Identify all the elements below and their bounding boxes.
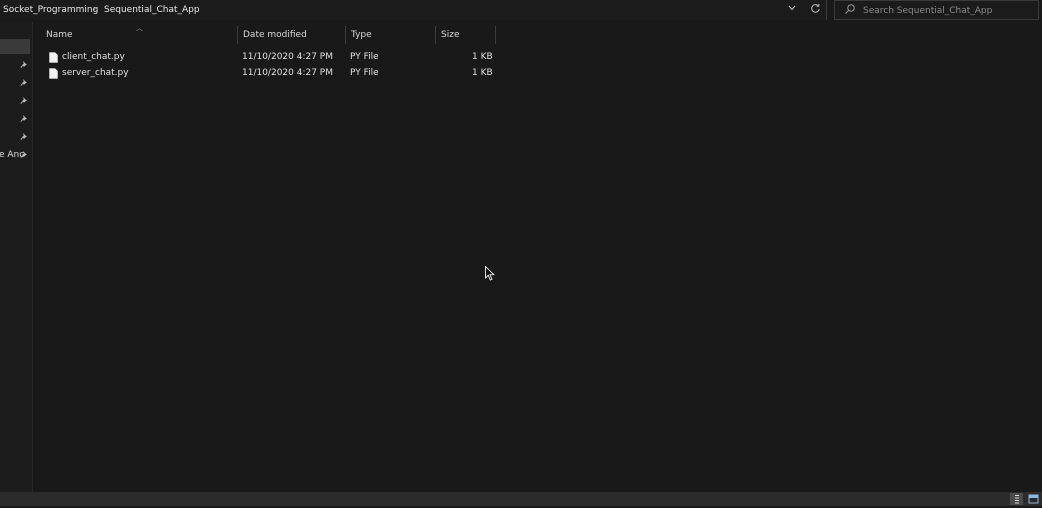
mouse-cursor-icon (485, 265, 495, 282)
file-type: PY File (350, 68, 379, 78)
top-bar: Socket_Programming › Sequential_Chat_App (0, 0, 1042, 20)
file-icon (49, 68, 58, 79)
column-header-date-label: Date modified (243, 30, 307, 40)
column-header-name[interactable]: Name (40, 26, 238, 44)
column-header-size-label: Size (441, 30, 460, 40)
pin-icon[interactable] (20, 114, 29, 123)
pin-icon[interactable] (20, 96, 29, 105)
column-header-type-label: Type (351, 30, 372, 40)
refresh-icon[interactable] (808, 3, 822, 17)
pin-icon[interactable] (20, 78, 29, 87)
file-icon (49, 52, 58, 63)
breadcrumb-separator-icon: › (93, 4, 97, 13)
breadcrumb-item-sequential-chat-app[interactable]: Sequential_Chat_App (104, 5, 200, 15)
file-row[interactable]: server_chat.py 11/10/2020 4:27 PM PY Fil… (44, 66, 496, 82)
large-icons-view-icon[interactable] (1027, 493, 1040, 505)
file-type: PY File (350, 52, 379, 62)
column-header-date-modified[interactable]: Date modified (237, 26, 346, 44)
file-date-modified: 11/10/2020 4:27 PM (242, 52, 333, 62)
details-view-icon[interactable] (1010, 493, 1023, 505)
navigation-pane: e Anc (0, 22, 32, 492)
pin-icon[interactable] (20, 132, 29, 141)
pane-divider[interactable] (32, 22, 33, 492)
status-bar (0, 492, 1042, 506)
file-date-modified: 11/10/2020 4:27 PM (242, 68, 333, 78)
column-header-name-label: Name (46, 30, 73, 40)
column-header-size[interactable]: Size (435, 26, 496, 44)
search-input[interactable] (863, 4, 1033, 17)
pin-icon[interactable] (20, 150, 29, 159)
search-box[interactable] (834, 0, 1039, 20)
pin-icon[interactable] (20, 60, 29, 69)
file-name: client_chat.py (62, 52, 125, 62)
file-size: 1 KB (472, 68, 493, 78)
nav-selected-item[interactable] (0, 39, 30, 54)
address-bar[interactable]: Socket_Programming › Sequential_Chat_App (0, 0, 827, 20)
chevron-down-icon[interactable] (785, 3, 799, 17)
file-row[interactable]: client_chat.py 11/10/2020 4:27 PM PY Fil… (44, 50, 496, 66)
file-size: 1 KB (472, 52, 493, 62)
search-icon (844, 3, 858, 17)
column-header-type[interactable]: Type (345, 26, 436, 44)
breadcrumb-item-socket-programming[interactable]: Socket_Programming (3, 5, 98, 15)
file-name: server_chat.py (62, 68, 129, 78)
